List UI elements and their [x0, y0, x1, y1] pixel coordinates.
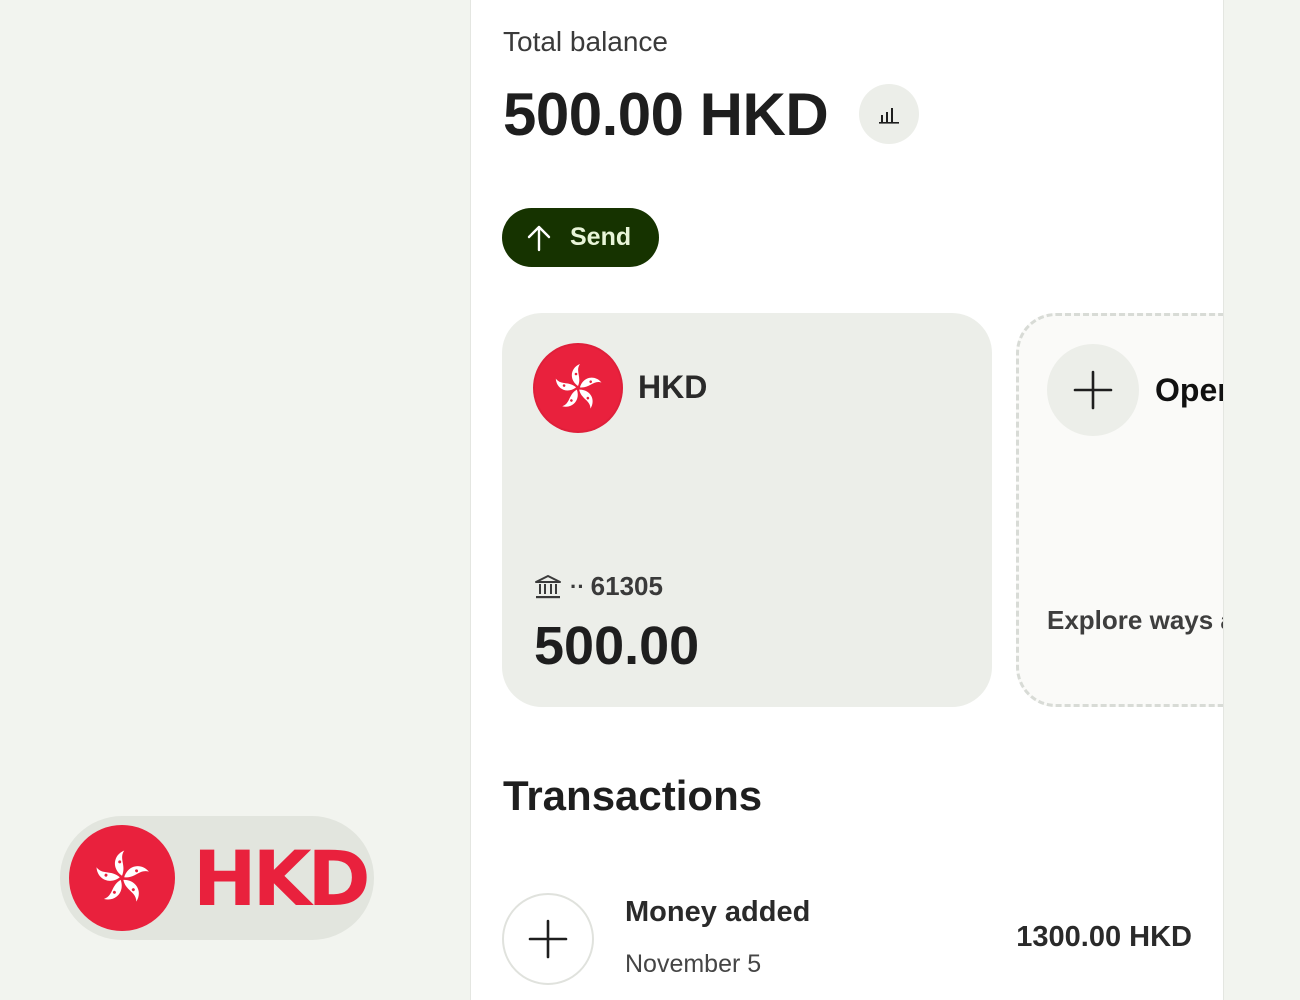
transaction-row[interactable]: Money added November 5 1300.00 HKD	[502, 893, 1192, 985]
account-mask: 61305	[590, 571, 663, 601]
total-balance-amount: 500.00 HKD	[503, 81, 829, 148]
badge-currency-text: HKD	[193, 833, 371, 923]
hong-kong-flag-icon	[69, 825, 175, 931]
hong-kong-flag-icon	[533, 343, 623, 433]
open-account-card[interactable]: Oper Explore ways and grow your	[1016, 313, 1224, 707]
plus-icon	[502, 893, 594, 985]
insights-button[interactable]	[859, 84, 919, 144]
bar-chart-icon	[879, 108, 899, 124]
transaction-amount: 1300.00 HKD	[1016, 921, 1192, 953]
total-balance-label: Total balance	[503, 26, 669, 57]
card-currency-label: HKD	[638, 369, 708, 405]
arrow-up-icon	[524, 223, 554, 253]
transaction-name: Money added	[625, 896, 811, 928]
currency-card-hkd[interactable]: HKD ·· 61305 500.00	[502, 313, 992, 707]
send-button-label: Send	[570, 223, 632, 251]
open-account-description: Explore ways and grow your	[1047, 605, 1223, 635]
masked-dots: ··	[570, 573, 585, 599]
transactions-heading: Transactions	[503, 772, 763, 819]
plus-icon	[1047, 344, 1139, 436]
send-button[interactable]: Send	[502, 208, 659, 267]
card-balance: 500.00	[534, 616, 700, 676]
currency-badge: HKD	[60, 816, 374, 940]
transaction-date: November 5	[625, 950, 762, 978]
account-number: ·· 61305	[534, 571, 663, 602]
account-panel: Total balance 500.00 HKD Send HKD ·· 613…	[470, 0, 1224, 1000]
bank-icon	[535, 574, 561, 598]
open-account-label: Oper	[1155, 372, 1224, 408]
